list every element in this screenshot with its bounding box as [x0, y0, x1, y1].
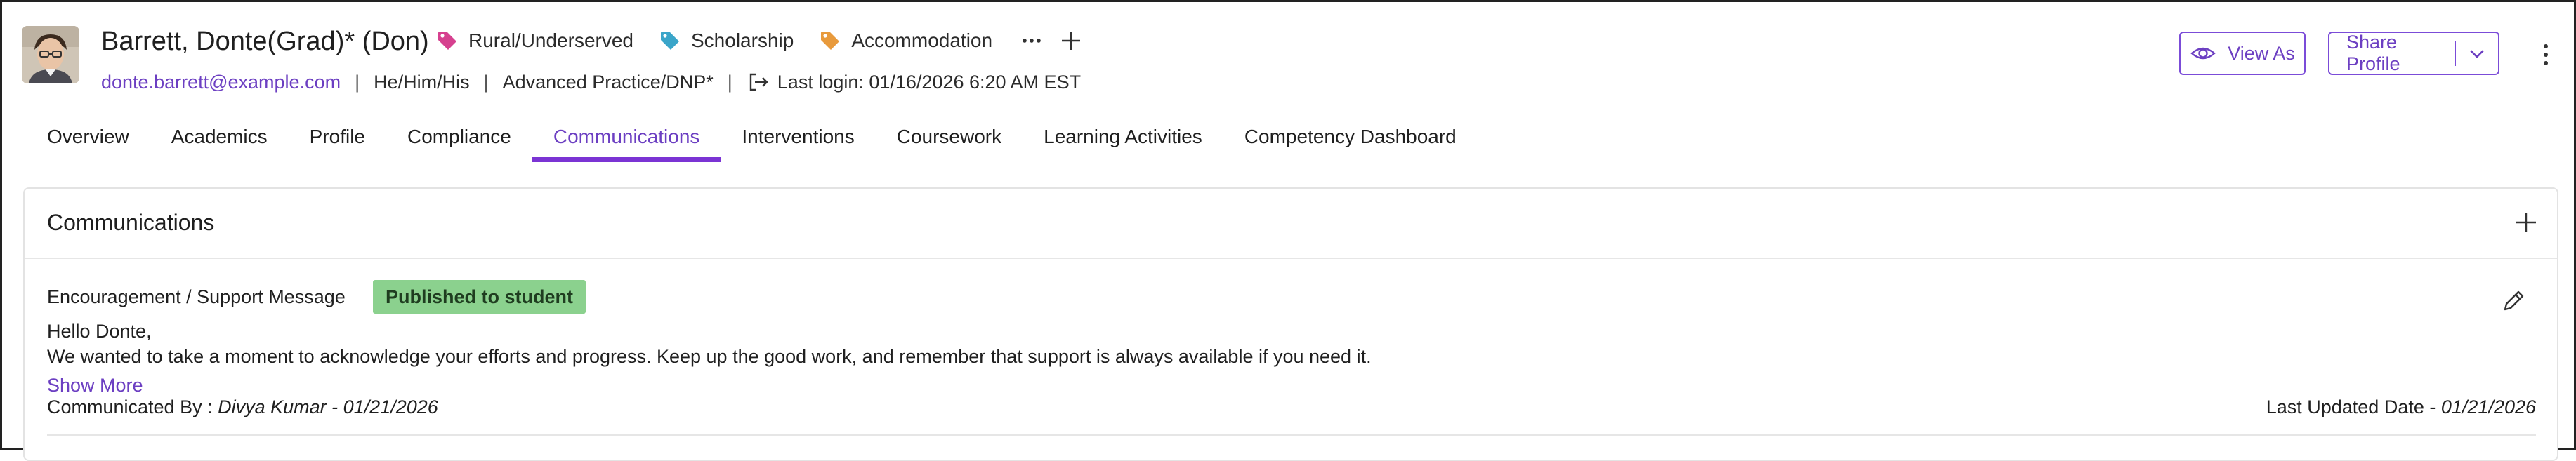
- share-profile-dropdown[interactable]: [2456, 33, 2498, 74]
- communicated-by-value: Divya Kumar - 01/21/2026: [218, 396, 438, 417]
- tag-label: Accommodation: [851, 29, 993, 51]
- plus-icon: [2516, 213, 2536, 232]
- student-details: donte.barrett@example.com | He/Him/His |…: [101, 68, 1081, 96]
- communicated-by-label: Communicated By :: [47, 396, 218, 417]
- add-communication-button[interactable]: [2511, 207, 2542, 238]
- student-profile-page: Barrett, Donte(Grad)* (Don) Rural/Unders…: [0, 0, 2576, 461]
- communicated-by: Communicated By : Divya Kumar - 01/21/20…: [47, 394, 438, 420]
- tag-label: Rural/Underserved: [468, 29, 633, 51]
- tag-scholarship[interactable]: Scholarship: [659, 29, 794, 52]
- tag-icon: [661, 32, 679, 50]
- login-icon: [749, 73, 768, 91]
- tag-icon: [438, 32, 456, 50]
- tab-coursework[interactable]: Coursework: [876, 116, 1023, 162]
- student-name: Barrett, Donte(Grad)* (Don): [101, 27, 429, 56]
- entry-divider: [47, 434, 2536, 436]
- separator: |: [483, 71, 489, 93]
- tab-academics[interactable]: Academics: [150, 116, 289, 162]
- last-updated-value: 01/21/2026: [2440, 396, 2536, 417]
- kebab-icon: [2544, 44, 2548, 65]
- student-photo: [22, 26, 79, 83]
- more-actions-button[interactable]: [2533, 37, 2558, 72]
- program: Advanced Practice/DNP*: [502, 71, 714, 93]
- status-badge: Published to student: [373, 280, 586, 314]
- view-as-label: View As: [2228, 42, 2295, 64]
- communication-entry: Encouragement / Support Message Publishe…: [47, 279, 2536, 426]
- separator: |: [355, 71, 360, 93]
- communication-type: Encouragement / Support Message: [47, 286, 346, 307]
- pencil-icon: [2504, 290, 2524, 311]
- share-profile-button[interactable]: Share Profile: [2329, 32, 2455, 75]
- tag-label: Scholarship: [691, 29, 794, 51]
- view-as-button[interactable]: View As: [2179, 32, 2306, 75]
- add-tag-button[interactable]: [1057, 27, 1085, 55]
- last-updated-date: Last Updated Date - 01/21/2026: [2266, 394, 2536, 420]
- card-title: Communications: [47, 210, 215, 235]
- share-profile-split-button: Share Profile: [2328, 32, 2499, 75]
- card-header: Communications: [25, 189, 2557, 259]
- last-updated-label: Last Updated Date -: [2266, 396, 2441, 417]
- communications-card: Communications Encouragement / Support M…: [23, 187, 2558, 461]
- chevron-down-icon: [2470, 50, 2484, 58]
- tab-competency-dashboard[interactable]: Competency Dashboard: [1223, 116, 1478, 162]
- tab-learning-activities[interactable]: Learning Activities: [1023, 116, 1223, 162]
- more-tags-button[interactable]: [1018, 27, 1046, 55]
- tab-overview[interactable]: Overview: [26, 116, 150, 162]
- ellipsis-icon: [1023, 39, 1041, 43]
- tab-interventions[interactable]: Interventions: [721, 116, 875, 162]
- tag-accommodation[interactable]: Accommodation: [819, 29, 992, 52]
- last-login: Last login: 01/16/2026 6:20 AM EST: [777, 71, 1082, 93]
- pronouns: He/Him/His: [374, 71, 470, 93]
- edit-communication-button[interactable]: [2497, 284, 2530, 318]
- tab-communications[interactable]: Communications: [532, 116, 721, 162]
- separator: |: [727, 71, 732, 93]
- profile-tabs: Overview Academics Profile Compliance Co…: [26, 116, 1478, 162]
- tag-icon: [821, 32, 840, 50]
- tag-rural-underserved[interactable]: Rural/Underserved: [436, 29, 633, 52]
- email-link[interactable]: donte.barrett@example.com: [101, 72, 341, 93]
- message-body: We wanted to take a moment to acknowledg…: [47, 346, 1372, 367]
- tab-compliance[interactable]: Compliance: [386, 116, 532, 162]
- avatar: [22, 26, 79, 83]
- tag-list: Rural/Underserved Scholarship Accommodat…: [436, 23, 1085, 58]
- eye-icon: [2190, 47, 2216, 60]
- message-greeting: Hello Donte,: [47, 321, 152, 342]
- tab-profile[interactable]: Profile: [289, 116, 386, 162]
- plus-icon: [1062, 32, 1081, 50]
